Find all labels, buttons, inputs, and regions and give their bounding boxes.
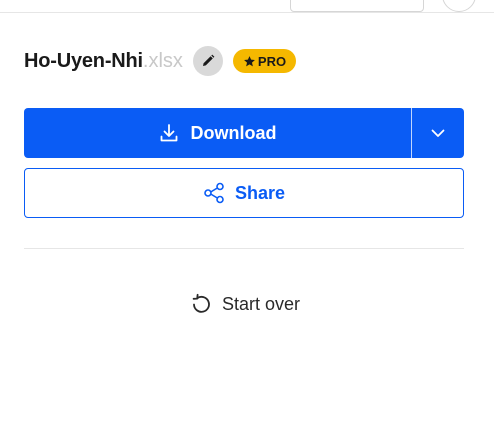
rotate-left-icon [192,293,210,313]
divider [24,248,464,249]
pro-badge-label: PRO [257,53,287,69]
download-button[interactable]: Download [24,108,411,158]
top-bar [0,0,494,13]
download-label: Download [190,122,277,143]
file-extension: .xlsx [142,49,183,72]
star-icon [243,55,255,66]
start-over-button[interactable]: Start over [190,290,300,318]
download-icon [160,124,177,142]
avatar[interactable] [442,0,476,12]
rename-button[interactable] [192,46,223,76]
pro-badge: PRO [232,49,297,73]
start-over-label: Start over [222,293,301,314]
download-button-group: Download [24,108,464,158]
share-label: Share [234,182,286,203]
share-icon [204,182,224,204]
file-title-row: Ho-Uyen-Nhi .xlsx PRO [24,46,297,76]
file-name: Ho-Uyen-Nhi [24,49,143,72]
share-button[interactable]: Share [24,168,464,218]
chevron-down-icon [431,129,445,137]
download-options-toggle[interactable] [412,108,464,158]
pencil-icon [202,54,215,66]
header-search-field[interactable] [290,0,424,12]
